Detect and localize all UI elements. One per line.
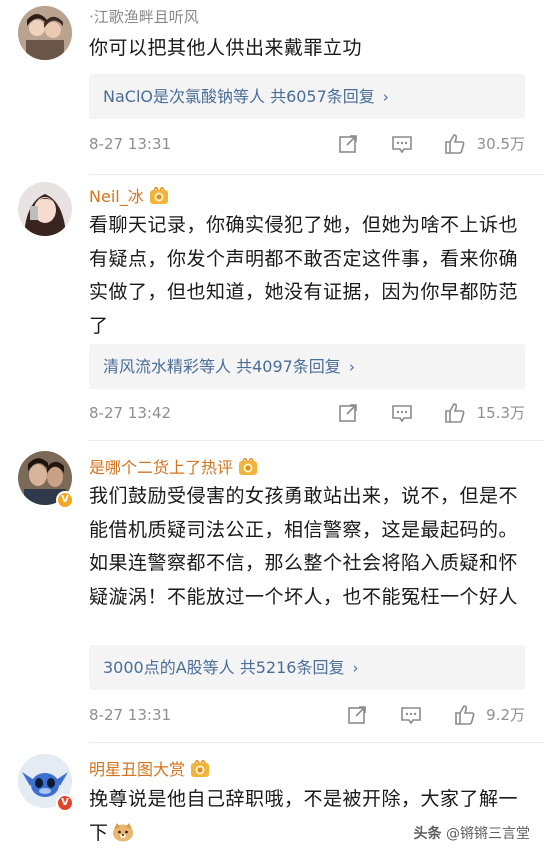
username-text: 明星丑图大赏 (89, 760, 186, 779)
share-icon[interactable] (336, 132, 360, 156)
watermark-account: @锵锵三言堂 (446, 826, 530, 842)
chevron-right-icon: › (352, 659, 359, 677)
comment-username[interactable]: ·江歌渔畔且听风 (89, 6, 199, 27)
doge-emoji-icon (112, 822, 133, 841)
comment-meta: 8-27 13:31 30.5万 (89, 130, 525, 158)
comment-username[interactable]: 是哪个二货上了热评 (89, 454, 258, 478)
watermark-vendor: 头条 (413, 826, 442, 842)
comment-meta: 8-27 13:31 9.2万 (89, 701, 525, 729)
reply-summary-text: NaClO是次氯酸钠等人 共6057条回复 (103, 87, 375, 106)
verified-badge-icon: V (56, 491, 74, 509)
comment-username[interactable]: Neil_冰 (89, 183, 169, 207)
chevron-right-icon: › (348, 358, 355, 376)
username-text: Neil_冰 (89, 187, 144, 206)
reply-summary-link[interactable]: NaClO是次氯酸钠等人 共6057条回复 › (89, 74, 525, 119)
comment-icon[interactable] (390, 401, 414, 425)
comment-text: 看聊天记录，你确实侵犯了她，但她为啥不上诉也有疑点，你发个声明都不敢否定这件事，… (89, 214, 519, 337)
like-icon[interactable] (443, 132, 467, 156)
chevron-right-icon: › (382, 88, 389, 106)
comment-icon[interactable] (399, 703, 423, 727)
like-icon[interactable] (443, 401, 467, 425)
medal-icon (191, 760, 210, 777)
reply-summary-link[interactable]: 清风流水精彩等人 共4097条回复 › (89, 344, 525, 389)
divider (89, 174, 544, 175)
comment-text: 你可以把其他人供出来戴罪立功 (89, 37, 363, 59)
verified-badge-icon: V (56, 794, 74, 812)
comment-meta: 8-27 13:42 15.3万 (89, 399, 525, 427)
like-icon[interactable] (453, 703, 477, 727)
avatar[interactable] (18, 182, 72, 236)
watermark: 头条 @锵锵三言堂 (414, 823, 530, 843)
comment-time: 8-27 13:31 (89, 706, 172, 724)
username-text: 是哪个二货上了热评 (89, 458, 234, 477)
comment-icon[interactable] (390, 132, 414, 156)
comment-text: 我们鼓励受侵害的女孩勇敢站出来，说不，但是不能借机质疑司法公正，相信警察，这是最… (89, 485, 519, 608)
share-icon[interactable] (345, 703, 369, 727)
divider (89, 742, 544, 743)
reply-summary-link[interactable]: 3000点的A股等人 共5216条回复 › (89, 645, 525, 690)
share-icon[interactable] (336, 401, 360, 425)
medal-icon (239, 458, 258, 475)
divider (89, 440, 544, 441)
medal-icon (149, 187, 168, 204)
comment-time: 8-27 13:31 (89, 135, 172, 153)
like-count: 9.2万 (486, 706, 525, 724)
avatar[interactable] (18, 6, 72, 60)
like-count: 15.3万 (476, 404, 525, 422)
reply-summary-text: 清风流水精彩等人 共4097条回复 (103, 357, 341, 376)
comment-time: 8-27 13:42 (89, 404, 172, 422)
like-count: 30.5万 (476, 135, 525, 153)
comment-username[interactable]: 明星丑图大赏 (89, 756, 210, 780)
reply-summary-text: 3000点的A股等人 共5216条回复 (103, 658, 345, 677)
